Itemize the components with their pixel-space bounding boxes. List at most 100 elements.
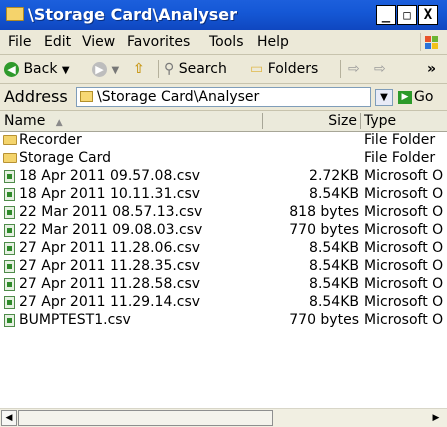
folders-label: Folders <box>267 61 319 77</box>
column-header-size[interactable]: Size <box>262 111 357 131</box>
file-name: 27 Apr 2011 11.28.58.csv <box>19 276 201 292</box>
chevron-down-icon: ▼ <box>111 65 120 76</box>
column-type-label: Type <box>364 113 397 129</box>
search-label: Search <box>178 61 227 77</box>
file-size: 8.54KB <box>309 186 359 202</box>
folders-icon: ▭ <box>250 61 264 77</box>
list-item[interactable]: 27 Apr 2011 11.28.35.csv 8.54KB Microsoft … <box>0 258 447 275</box>
go-arrow-icon[interactable]: ▶ <box>398 91 412 104</box>
go-button[interactable]: Go <box>414 84 433 110</box>
horizontal-scrollbar[interactable]: ◀ ▶ <box>0 408 447 427</box>
minimize-button[interactable]: _ <box>376 5 396 25</box>
restore-button[interactable]: □ <box>397 5 417 25</box>
column-header-name[interactable]: Name ▲ <box>4 111 63 131</box>
scroll-left-icon: ◀ <box>5 413 13 423</box>
address-bar: Address \Storage Card\Analyser ▼ ▶ Go <box>0 84 447 111</box>
windows-logo-icon <box>420 33 439 51</box>
menu-file[interactable]: File <box>8 30 31 54</box>
address-input[interactable]: \Storage Card\Analyser <box>76 87 371 107</box>
file-name: 27 Apr 2011 11.28.35.csv <box>19 258 201 274</box>
spreadsheet-file-icon <box>4 206 15 219</box>
file-type: File Folder <box>364 150 436 166</box>
list-item[interactable]: 18 Apr 2011 10.11.31.csv 8.54KB Microsoft … <box>0 186 447 203</box>
file-size: 818 bytes <box>289 204 359 220</box>
menu-tools[interactable]: Tools <box>209 30 244 54</box>
list-item[interactable]: 27 Apr 2011 11.28.58.csv 8.54KB Microsoft … <box>0 276 447 293</box>
toolbar-separator <box>158 60 159 78</box>
scrollbar-thumb[interactable] <box>18 410 273 426</box>
file-name: 27 Apr 2011 11.29.14.csv <box>19 294 201 310</box>
file-list[interactable]: Name ▲ Size Type Recorder File Folder Stor… <box>0 111 447 408</box>
forward-button[interactable]: ▶ ▼ <box>92 55 119 83</box>
column-divider[interactable] <box>360 113 361 129</box>
list-item[interactable]: Storage Card File Folder <box>0 150 447 167</box>
menu-help[interactable]: Help <box>257 30 289 54</box>
address-dropdown-button[interactable]: ▼ <box>375 89 393 106</box>
file-size: 8.54KB <box>309 258 359 274</box>
up-folder-button[interactable]: ⇧ <box>133 55 145 83</box>
spreadsheet-file-icon <box>4 242 15 255</box>
file-size: 2.72KB <box>309 168 359 184</box>
folder-icon <box>6 7 24 21</box>
scroll-right-button[interactable]: ▶ <box>428 410 444 426</box>
file-name: BUMPTEST1.csv <box>19 312 131 328</box>
spreadsheet-file-icon <box>4 296 15 309</box>
file-type: Microsoft O <box>364 240 444 256</box>
list-item[interactable]: 18 Apr 2011 09.57.08.csv 2.72KB Microsoft … <box>0 168 447 185</box>
folder-icon <box>3 153 17 163</box>
search-icon: ⚲ <box>164 61 175 77</box>
toolbar-separator <box>340 60 341 78</box>
copy-to-icon: ⇨ <box>374 61 386 77</box>
spreadsheet-file-icon <box>4 278 15 291</box>
file-type: File Folder <box>364 132 436 148</box>
move-to-icon: ⇨ <box>348 61 360 77</box>
file-size: 8.54KB <box>309 240 359 256</box>
window-title: \Storage Card\Analyser <box>28 5 238 24</box>
forward-arrow-icon: ▶ <box>92 61 107 77</box>
spreadsheet-file-icon <box>4 170 15 183</box>
menu-view[interactable]: View <box>82 30 115 54</box>
file-name: 18 Apr 2011 10.11.31.csv <box>19 186 201 202</box>
chevron-down-icon: ▼ <box>380 92 388 103</box>
file-name: 18 Apr 2011 09.57.08.csv <box>19 168 201 184</box>
spreadsheet-file-icon <box>4 188 15 201</box>
menu-bar: File Edit View Favorites Tools Help <box>0 30 447 55</box>
scroll-right-icon: ▶ <box>432 413 440 423</box>
move-to-button[interactable]: ⇨ <box>348 55 360 83</box>
list-item[interactable]: 22 Mar 2011 09.08.03.csv 770 bytes Microso… <box>0 222 447 239</box>
title-bar[interactable]: \Storage Card\Analyser _ □ X <box>0 0 447 30</box>
file-type: Microsoft O <box>364 294 444 310</box>
search-button[interactable]: ⚲ Search <box>164 55 227 83</box>
file-name: 22 Mar 2011 08.57.13.csv <box>19 204 203 220</box>
back-label: Back <box>23 61 58 77</box>
toolbar: ◀ Back ▼ ▶ ▼ ⇧ ⚲ Search ▭ Folders ⇨ ⇨ » <box>0 55 447 84</box>
file-type: Microsoft O <box>364 276 444 292</box>
folder-icon <box>80 91 93 102</box>
folder-icon <box>3 135 17 145</box>
chevron-double-right-icon: » <box>427 61 437 77</box>
list-item[interactable]: 22 Mar 2011 08.57.13.csv 818 bytes Microso… <box>0 204 447 221</box>
column-header-type[interactable]: Type <box>364 111 396 131</box>
scroll-left-button[interactable]: ◀ <box>1 410 17 426</box>
menu-edit[interactable]: Edit <box>44 30 71 54</box>
file-name: Storage Card <box>19 150 111 166</box>
menu-favorites[interactable]: Favorites <box>127 30 190 54</box>
spreadsheet-file-icon <box>4 260 15 273</box>
list-item[interactable]: Recorder File Folder <box>0 132 447 149</box>
spreadsheet-file-icon <box>4 224 15 237</box>
file-type: Microsoft O <box>364 258 444 274</box>
close-button[interactable]: X <box>418 5 438 25</box>
file-name: Recorder <box>19 132 82 148</box>
list-item[interactable]: 27 Apr 2011 11.28.06.csv 8.54KB Microsoft … <box>0 240 447 257</box>
file-type: Microsoft O <box>364 186 444 202</box>
toolbar-overflow-button[interactable]: » <box>427 55 436 83</box>
list-item[interactable]: 27 Apr 2011 11.29.14.csv 8.54KB Microsoft … <box>0 294 447 311</box>
address-value: \Storage Card\Analyser <box>97 89 260 105</box>
copy-to-button[interactable]: ⇨ <box>374 55 386 83</box>
column-header: Name ▲ Size Type <box>0 111 447 132</box>
list-item[interactable]: BUMPTEST1.csv 770 bytes Microsoft O <box>0 312 447 329</box>
back-button[interactable]: ◀ Back ▼ <box>4 55 70 83</box>
folders-button[interactable]: ▭ Folders <box>250 55 318 83</box>
file-name: 27 Apr 2011 11.28.06.csv <box>19 240 201 256</box>
sort-ascending-icon: ▲ <box>55 118 63 128</box>
